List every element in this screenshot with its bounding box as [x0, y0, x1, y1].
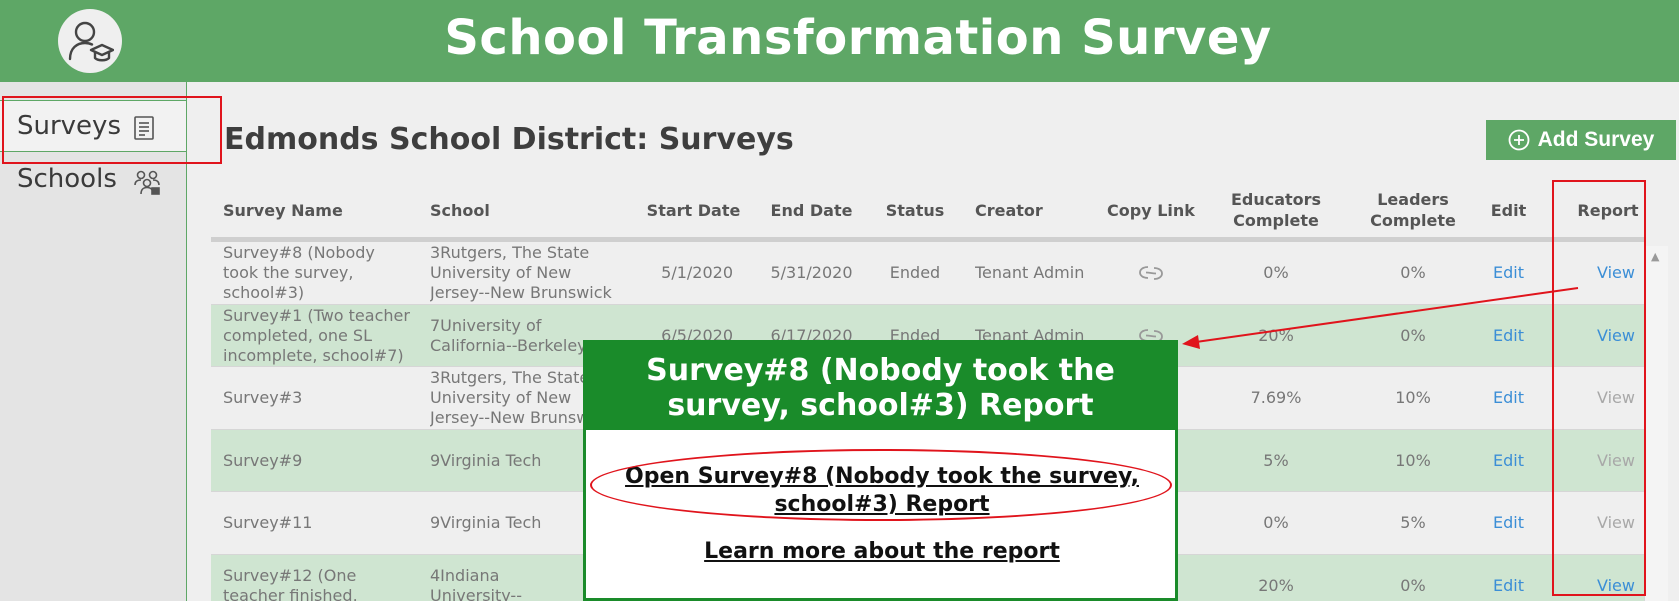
- annotation-arrow: [1182, 287, 1579, 349]
